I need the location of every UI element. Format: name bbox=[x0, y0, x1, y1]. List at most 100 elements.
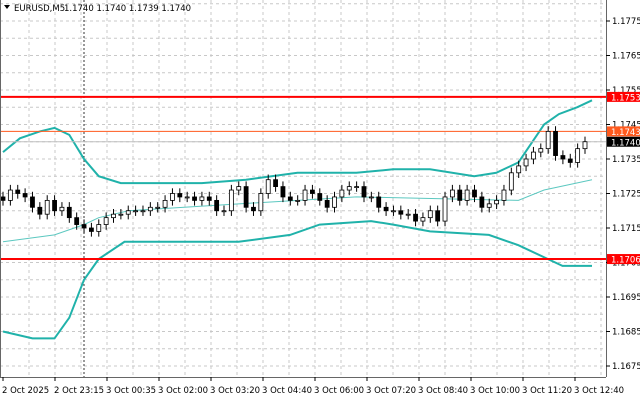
candle-body bbox=[147, 206, 153, 212]
ohlc-values: 1.1740 1.1740 1.1739 1.1740 bbox=[64, 4, 191, 14]
candle-body bbox=[398, 210, 404, 215]
candle bbox=[177, 188, 183, 203]
candle bbox=[464, 184, 470, 206]
candle bbox=[354, 181, 360, 192]
candle bbox=[317, 188, 323, 206]
candle-body bbox=[214, 199, 220, 212]
x-tick-label: 3 Oct 08:40 bbox=[418, 386, 468, 396]
candle-body bbox=[221, 210, 227, 213]
candle-body bbox=[280, 186, 286, 198]
candle bbox=[243, 181, 249, 213]
candle-body bbox=[472, 189, 477, 198]
candle bbox=[523, 153, 529, 172]
y-tick-label: 1.1695 bbox=[612, 293, 640, 303]
candle bbox=[59, 202, 65, 216]
y-tick-label: 1.1765 bbox=[612, 52, 640, 62]
candle-body bbox=[310, 189, 315, 194]
chart-header: EURUSD,M5 1.1740 1.1740 1.1739 1.1740 bbox=[4, 4, 191, 14]
candle-body bbox=[545, 130, 551, 150]
price-chart[interactable]: 1.17751.17651.17551.17451.17351.17251.17… bbox=[0, 0, 640, 401]
candle bbox=[560, 150, 566, 165]
x-tick-label: 3 Oct 02:00 bbox=[158, 386, 208, 396]
candle bbox=[265, 174, 271, 199]
candle bbox=[251, 202, 256, 216]
candle-body bbox=[273, 179, 278, 187]
candle-body bbox=[59, 206, 65, 212]
candle-body bbox=[361, 186, 367, 198]
level-price-label: 1.1743 bbox=[611, 128, 640, 138]
y-tick-label: 1.1725 bbox=[612, 190, 640, 200]
candle-body bbox=[89, 227, 94, 232]
x-tick-label: 2 Oct 23:15 bbox=[54, 386, 104, 396]
candle-body bbox=[236, 186, 242, 191]
x-tick-label: 2 Oct 2025 bbox=[2, 386, 49, 396]
candle bbox=[228, 184, 234, 216]
candle-body bbox=[184, 196, 190, 199]
candle bbox=[162, 195, 168, 213]
candle-body bbox=[457, 189, 463, 201]
candle bbox=[575, 143, 581, 168]
chart-window[interactable]: 1.1775 1.1765 1.1755 1.1745 1.1735 1.1725 1.17… bbox=[0, 0, 640, 401]
candle bbox=[479, 191, 485, 213]
y-tick-label: 1.1675 bbox=[612, 362, 640, 372]
candle-body bbox=[133, 210, 139, 213]
candle-body bbox=[155, 206, 161, 209]
candle-body bbox=[339, 189, 345, 198]
candle bbox=[391, 205, 396, 216]
candle bbox=[538, 143, 544, 158]
candle-body bbox=[287, 196, 293, 201]
candle bbox=[302, 184, 308, 206]
candle-body bbox=[265, 179, 271, 194]
candle bbox=[15, 184, 21, 199]
candle bbox=[457, 184, 463, 206]
candle bbox=[332, 191, 337, 213]
candle bbox=[258, 188, 264, 216]
dropdown-triangle-icon[interactable] bbox=[4, 5, 10, 9]
candle-body bbox=[486, 203, 492, 208]
candle-body bbox=[508, 172, 514, 191]
candle bbox=[501, 184, 507, 206]
candle bbox=[96, 219, 102, 237]
candle bbox=[508, 167, 514, 196]
candle bbox=[81, 219, 87, 234]
candle-body bbox=[140, 210, 146, 213]
candle-body bbox=[243, 186, 249, 208]
candle-body bbox=[567, 158, 573, 163]
candle bbox=[295, 195, 301, 206]
candle-body bbox=[192, 196, 197, 201]
candle bbox=[103, 212, 109, 230]
candle-body bbox=[531, 151, 536, 160]
x-tick-label: 3 Oct 07:20 bbox=[366, 386, 416, 396]
candle bbox=[582, 136, 588, 154]
candle-body bbox=[66, 206, 72, 219]
candle bbox=[214, 195, 220, 216]
candle bbox=[37, 202, 43, 220]
candle bbox=[339, 184, 345, 203]
candle-body bbox=[582, 141, 588, 150]
candle bbox=[7, 184, 13, 206]
candle-body bbox=[177, 193, 183, 198]
candle-body bbox=[74, 217, 80, 225]
candle bbox=[310, 184, 315, 199]
candle bbox=[376, 191, 382, 213]
candle-body bbox=[420, 217, 426, 222]
candle bbox=[567, 153, 573, 168]
candle-body bbox=[258, 193, 264, 212]
candle-body bbox=[199, 196, 205, 201]
candle-body bbox=[435, 210, 441, 222]
candle bbox=[494, 195, 499, 210]
candle-body bbox=[376, 196, 382, 208]
candle bbox=[133, 205, 139, 216]
candle-body bbox=[368, 196, 374, 199]
candle-body bbox=[391, 210, 396, 213]
candle-body bbox=[332, 196, 337, 208]
candle bbox=[140, 205, 146, 216]
candle-body bbox=[442, 196, 448, 222]
candle bbox=[435, 205, 441, 227]
candle-body bbox=[324, 199, 330, 208]
resistance-price-label: 1.1753 bbox=[611, 93, 640, 103]
candle-body bbox=[449, 189, 455, 198]
candle-body bbox=[494, 199, 499, 205]
price-levels bbox=[0, 95, 606, 261]
y-tick-label: 1.1775 bbox=[612, 17, 640, 27]
